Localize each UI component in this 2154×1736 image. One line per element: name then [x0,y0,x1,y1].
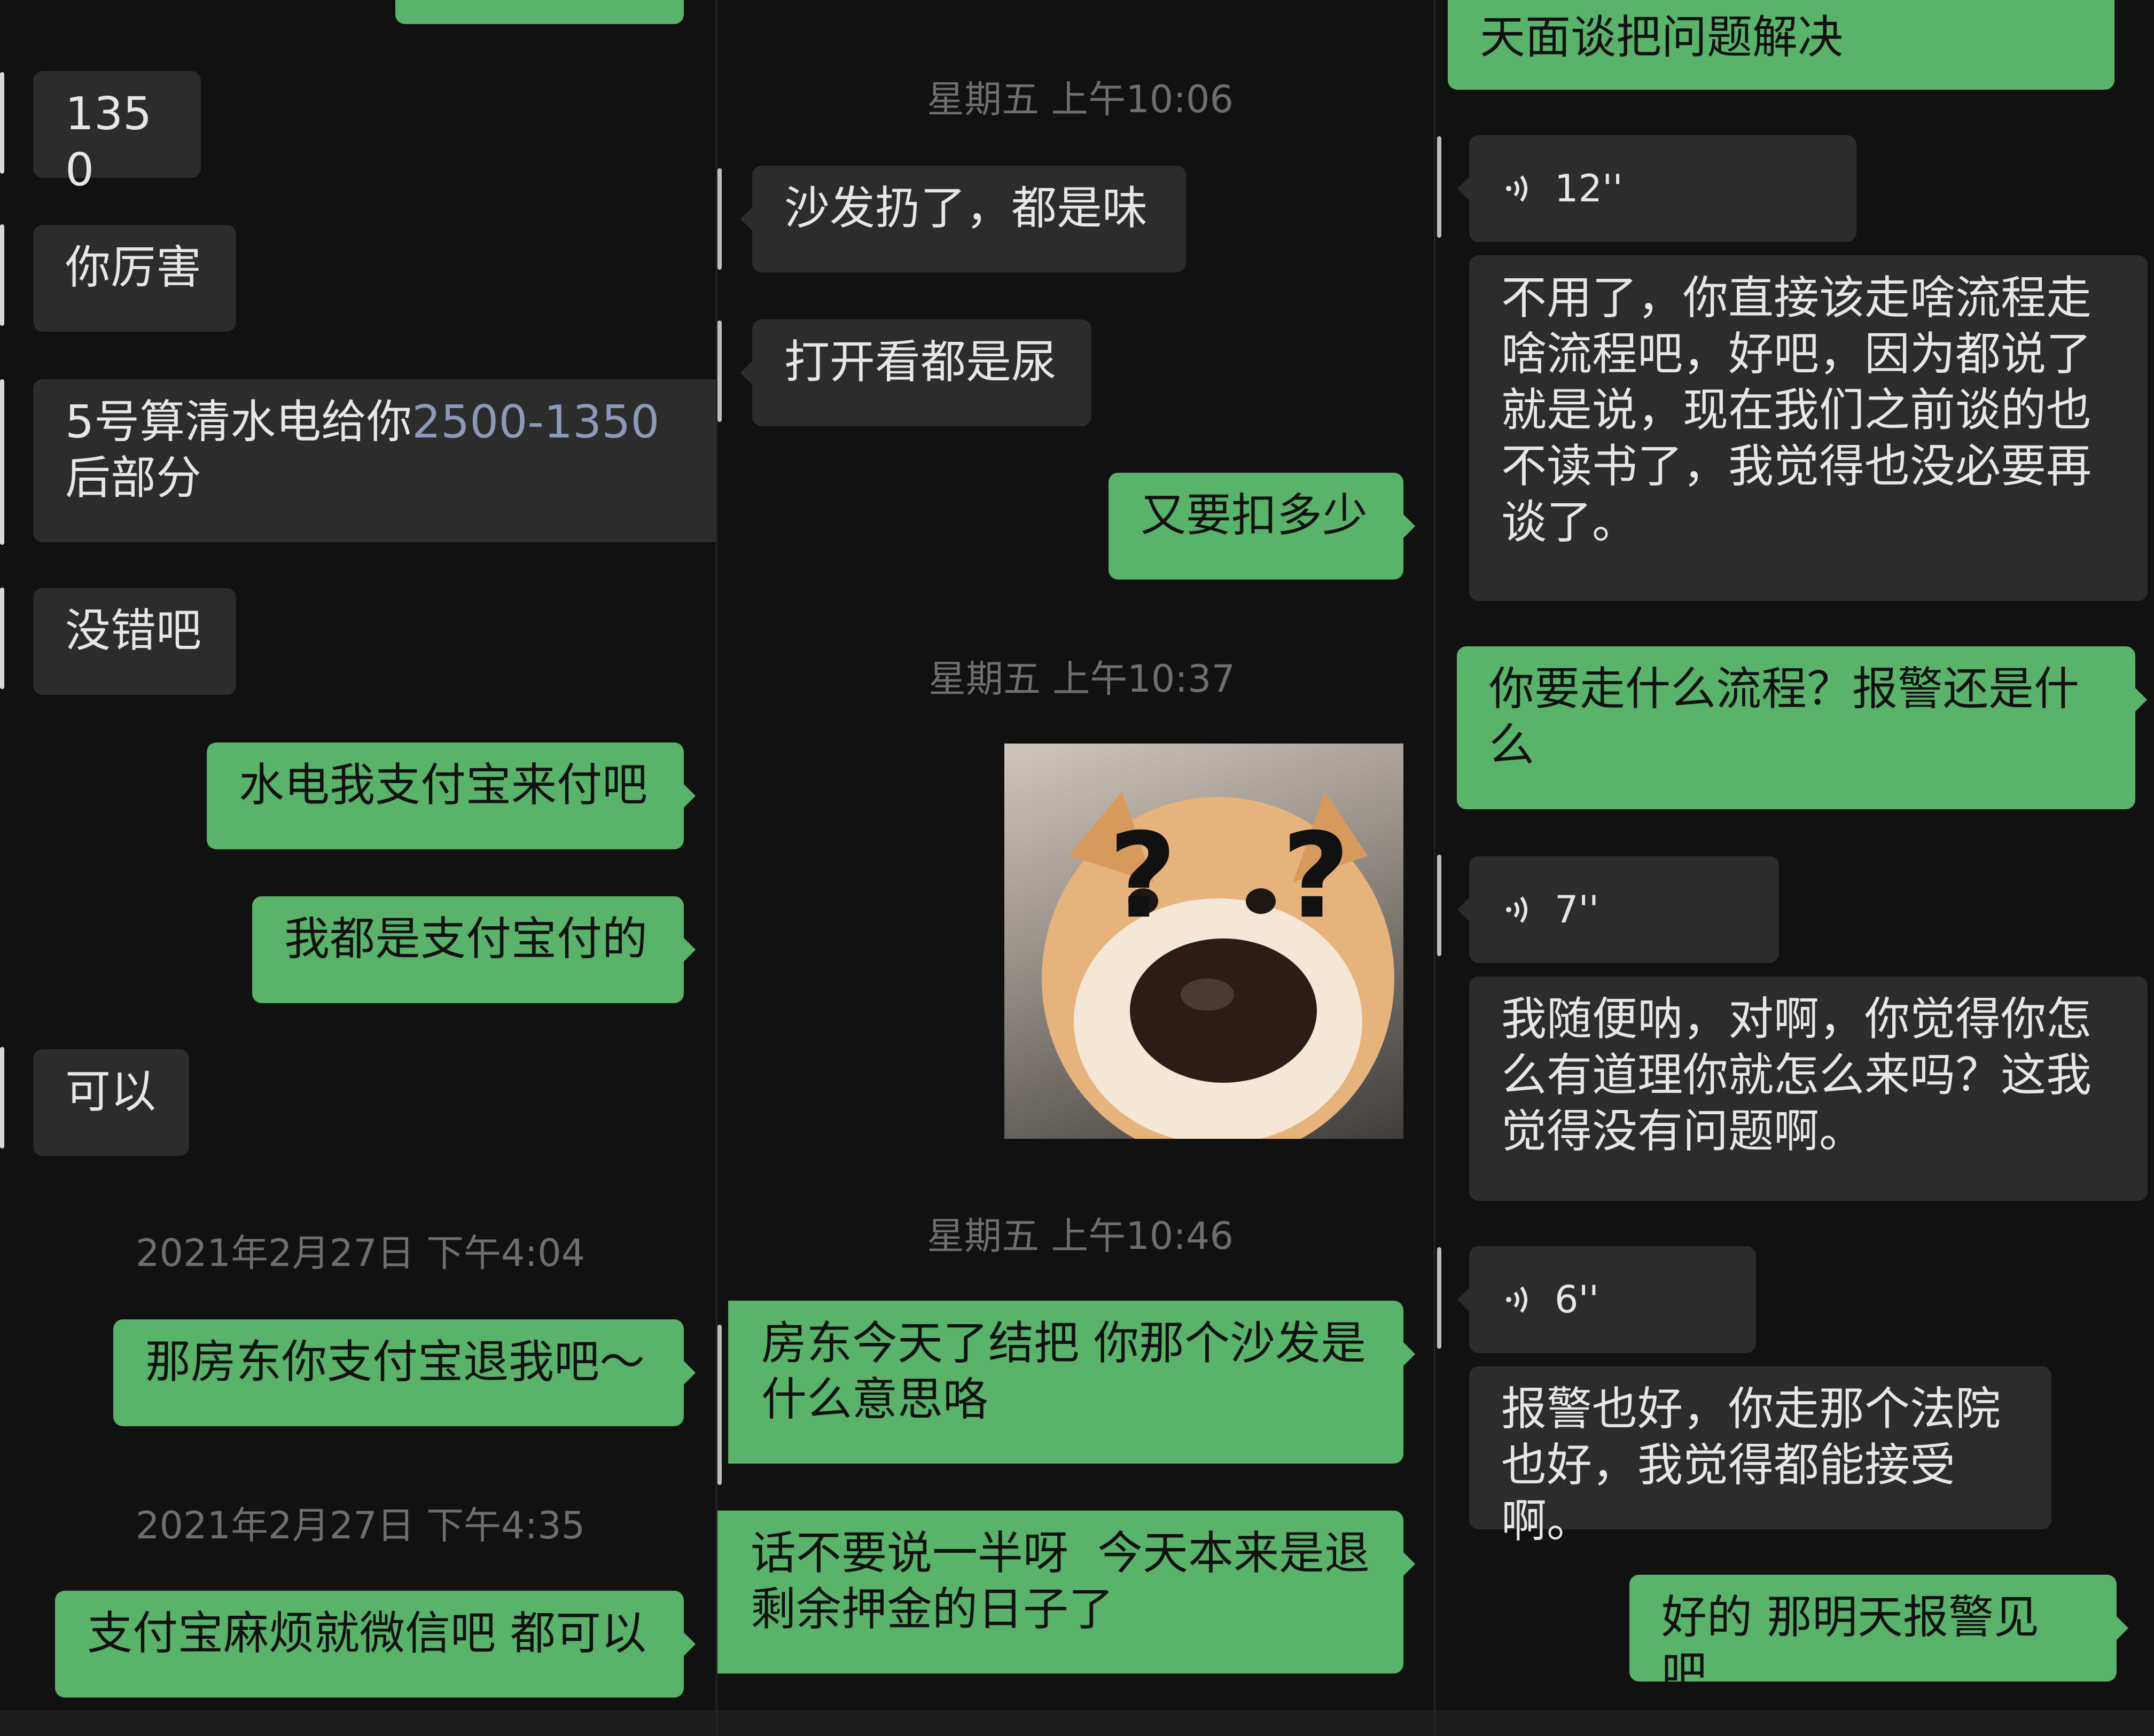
message-bubble-outgoing[interactable]: 房东今天了结把 你那个沙发是什么意思咯 [728,1301,1415,1464]
scroll-edge [1437,136,1441,238]
message-timestamp: 星期五 上午10:06 [927,77,1234,121]
message-bubble-incoming[interactable]: 沙发扔了，都是味 [740,166,1186,272]
message-text: 后部分 [65,452,202,505]
voice-duration: 7'' [1555,888,1599,932]
message-bubble-incoming[interactable]: 5号算清水电给你2500-1350 后部分 [33,379,717,542]
message-text: 好的 那明天报警见吧 [1661,1591,2040,1700]
message-bubble-incoming[interactable]: 可以 [33,1049,189,1156]
message-text: 打开看都是尿 [784,336,1057,389]
message-bubble-outgoing[interactable]: 我都是支付宝付的 [252,896,696,1003]
message-timestamp: 星期五 上午10:46 [927,1214,1234,1258]
scroll-edge [717,320,722,422]
message-text: 可以 [65,1066,157,1119]
message-text: 我都是支付宝付的 [284,913,648,966]
voice-duration: 12'' [1555,167,1623,210]
scroll-edge [1437,1247,1441,1349]
scroll-edge [0,72,4,174]
chat-panel-right: 天面谈把问题解决 12'' 不用了，你直接该走啥流程走啥流程吧，好吧，因为都说了… [1435,0,2154,1736]
message-timestamp: 2021年2月27日 下午4:04 [136,1231,586,1275]
scroll-edge [0,1047,4,1148]
message-text: 话不要说一半呀 今天本来是退剩余押金的日子了 [751,1527,1370,1636]
chat-panel-middle: 星期五 上午10:06 沙发扔了，都是味 打开看都是尿 又要扣多少 星期五 上午… [717,0,1435,1736]
voice-transcript: 不用了，你直接该走啥流程走啥流程吧，好吧，因为都说了就是说，现在我们之前谈的也不… [1469,255,2148,601]
voice-wave-icon [1506,896,1527,923]
message-text: 5号算清水电给你 [65,396,412,449]
message-text: 你要走什么流程？报警还是什么 [1489,663,2080,772]
scroll-edge [717,168,722,270]
message-bubble-outgoing[interactable]: 支付宝麻烦就微信吧 都可以 [55,1591,696,1698]
message-text: 我随便呐，对啊，你觉得你怎么有道理你就怎么来吗？这我觉得没有问题啊。 [1501,993,2092,1158]
message-text: 报警也好，你走那个法院也好，我觉得都能接受啊。 [1501,1383,2001,1548]
cropped-outgoing-bubble[interactable] [395,0,684,24]
scroll-edge [0,588,4,689]
message-timestamp: 星期五 上午10:37 [928,657,1235,701]
voice-transcript: 报警也好，你走那个法院也好，我觉得都能接受啊。 [1469,1366,2051,1548]
message-text: 天面谈把问题解决 [1480,11,1844,64]
voice-message[interactable]: 12'' [1457,135,1856,242]
scroll-edge [1437,855,1441,956]
message-bubble-outgoing[interactable]: 那房东你支付宝退我吧～ [113,1319,696,1426]
amount-link[interactable]: 2500-1350 [412,396,659,449]
message-text: 没错吧 [65,605,202,658]
message-text: 1350 [65,88,152,197]
input-bar-edge [1435,1710,2154,1736]
voice-wave-icon [1506,175,1527,202]
input-bar-edge [0,1710,717,1736]
scroll-edge [0,379,4,545]
voice-message[interactable]: 6'' [1457,1246,1756,1353]
message-bubble-incoming[interactable]: 1350 [33,71,201,197]
message-text: 又要扣多少 [1141,489,1368,542]
message-timestamp: 2021年2月27日 下午4:35 [136,1504,586,1547]
message-text: 沙发扔了，都是味 [784,182,1148,235]
message-bubble-incoming[interactable]: 打开看都是尿 [740,319,1091,426]
scroll-edge [0,224,4,326]
message-text: 不用了，你直接该走啥流程走啥流程吧，好吧，因为都说了就是说，现在我们之前谈的也不… [1501,272,2092,549]
message-text: 水电我支付宝来付吧 [239,759,648,812]
message-text: 房东今天了结把 你那个沙发是什么意思咯 [761,1317,1367,1426]
message-text: 支付宝麻烦就微信吧 都可以 [87,1607,647,1660]
message-bubble-outgoing[interactable]: 水电我支付宝来付吧 [207,742,696,849]
chat-panel-left: 1350 你厉害 5号算清水电给你2500-1350 后部分 没错吧 水电我支付宝… [0,0,717,1736]
message-bubble-outgoing[interactable]: 好的 那明天报警见吧 [1629,1575,2128,1700]
scroll-edge [717,1325,722,1485]
voice-transcript: 我随便呐，对啊，你觉得你怎么有道理你就怎么来吗？这我觉得没有问题啊。 [1469,976,2148,1201]
message-bubble-outgoing[interactable]: 你要走什么流程？报警还是什么 [1457,646,2147,809]
message-bubble-incoming[interactable]: 你厉害 [33,225,236,332]
message-text: 你厉害 [65,241,202,294]
message-bubble-outgoing-cropped[interactable]: 天面谈把问题解决 [1448,0,2114,90]
voice-duration: 6'' [1555,1278,1599,1321]
voice-message[interactable]: 7'' [1457,856,1779,963]
message-bubble-outgoing[interactable]: 又要扣多少 [1109,473,1415,580]
input-bar-edge [717,1710,1435,1736]
question-marks: ? ? [1109,808,1382,944]
voice-wave-icon [1506,1286,1527,1313]
message-bubble-outgoing[interactable]: 话不要说一半呀 今天本来是退剩余押金的日子了 [717,1511,1415,1674]
message-bubble-incoming[interactable]: 没错吧 [33,588,236,695]
sticker-image[interactable]: ? ? [1004,744,1403,1139]
message-text: 那房东你支付宝退我吧～ [145,1336,645,1389]
